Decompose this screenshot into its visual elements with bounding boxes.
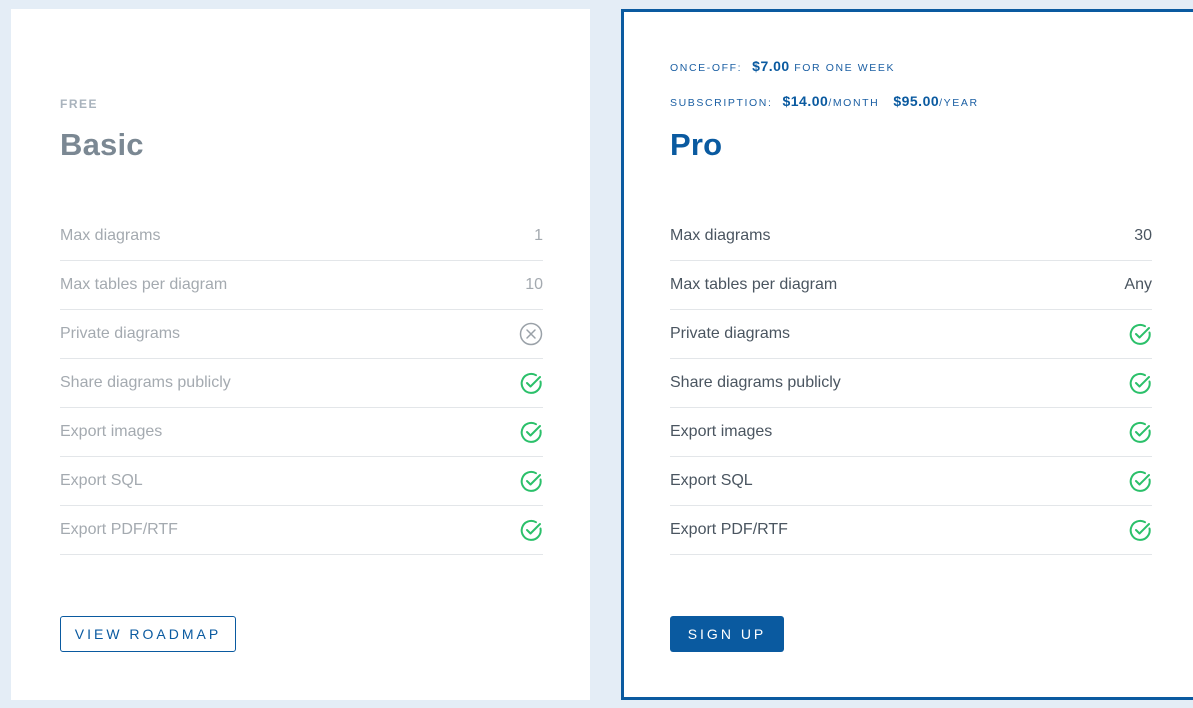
check-circle-icon <box>519 420 543 444</box>
plan-card-pro: ONCE-OFF: $7.00 FOR ONE WEEK SUBSCRIPTION… <box>621 9 1193 700</box>
check-circle-icon <box>519 469 543 493</box>
plan-card-basic: FREE Basic Max diagrams 1 Max tables per d… <box>11 9 590 700</box>
feature-label: Export SQL <box>670 472 753 489</box>
feature-label: Export images <box>60 423 163 440</box>
feature-label: Export PDF/RTF <box>670 521 788 538</box>
check-circle-icon <box>1128 322 1152 346</box>
x-circle-icon <box>519 322 543 346</box>
once-off-label: ONCE-OFF: <box>670 62 743 74</box>
plan-title: Pro <box>670 127 723 162</box>
feature-label: Export SQL <box>60 472 143 489</box>
feature-label: Share diagrams publicly <box>670 374 841 391</box>
feature-row: Share diagrams publicly <box>60 359 543 408</box>
feature-value: 10 <box>525 276 543 293</box>
check-circle-icon <box>1128 371 1152 395</box>
feature-row: Max diagrams 30 <box>670 212 1152 261</box>
feature-value: 1 <box>534 227 543 244</box>
sign-up-button[interactable]: SIGN UP <box>670 616 784 652</box>
feature-row: Export images <box>60 408 543 457</box>
check-circle-icon <box>519 371 543 395</box>
feature-row: Max diagrams 1 <box>60 212 543 261</box>
subscription-label: SUBSCRIPTION: <box>670 97 773 109</box>
feature-label: Private diagrams <box>60 325 181 342</box>
feature-label: Max tables per diagram <box>60 276 228 293</box>
feature-row: Export PDF/RTF <box>670 506 1152 555</box>
check-circle-icon <box>1128 518 1152 542</box>
feature-row: Export SQL <box>60 457 543 506</box>
once-off-amount: $7.00 <box>752 58 790 74</box>
feature-label: Share diagrams publicly <box>60 374 231 391</box>
feature-label: Private diagrams <box>670 325 791 342</box>
feature-row: Export PDF/RTF <box>60 506 543 555</box>
check-circle-icon <box>519 518 543 542</box>
monthly-amount: $14.00 <box>782 93 829 109</box>
feature-label: Max tables per diagram <box>670 276 838 293</box>
feature-row: Private diagrams <box>60 310 543 359</box>
feature-row: Share diagrams publicly <box>670 359 1152 408</box>
subscription-price: SUBSCRIPTION: $14.00/MONTH $95.00/YEAR <box>670 93 979 109</box>
feature-label: Max diagrams <box>60 227 161 244</box>
feature-row: Max tables per diagram 10 <box>60 261 543 310</box>
check-circle-icon <box>1128 469 1152 493</box>
plan-title: Basic <box>60 127 144 162</box>
feature-list: Max diagrams 1 Max tables per diagram 10 Pri… <box>60 212 543 555</box>
feature-value: Any <box>1124 276 1152 293</box>
feature-list: Max diagrams 30 Max tables per diagram Any P… <box>670 212 1152 555</box>
feature-label: Max diagrams <box>670 227 771 244</box>
yearly-suffix: /YEAR <box>939 97 979 109</box>
feature-row: Export SQL <box>670 457 1152 506</box>
check-circle-icon <box>1128 420 1152 444</box>
once-off-price: ONCE-OFF: $7.00 FOR ONE WEEK <box>670 58 895 74</box>
monthly-suffix: /MONTH <box>828 97 880 109</box>
feature-row: Private diagrams <box>670 310 1152 359</box>
feature-row: Max tables per diagram Any <box>670 261 1152 310</box>
feature-label: Export images <box>670 423 773 440</box>
yearly-amount: $95.00 <box>893 93 940 109</box>
feature-label: Export PDF/RTF <box>60 521 178 538</box>
once-off-suffix: FOR ONE WEEK <box>794 62 896 74</box>
tier-label: FREE <box>60 97 99 111</box>
feature-row: Export images <box>670 408 1152 457</box>
feature-value: 30 <box>1134 227 1152 244</box>
view-roadmap-button[interactable]: VIEW ROADMAP <box>60 616 236 652</box>
